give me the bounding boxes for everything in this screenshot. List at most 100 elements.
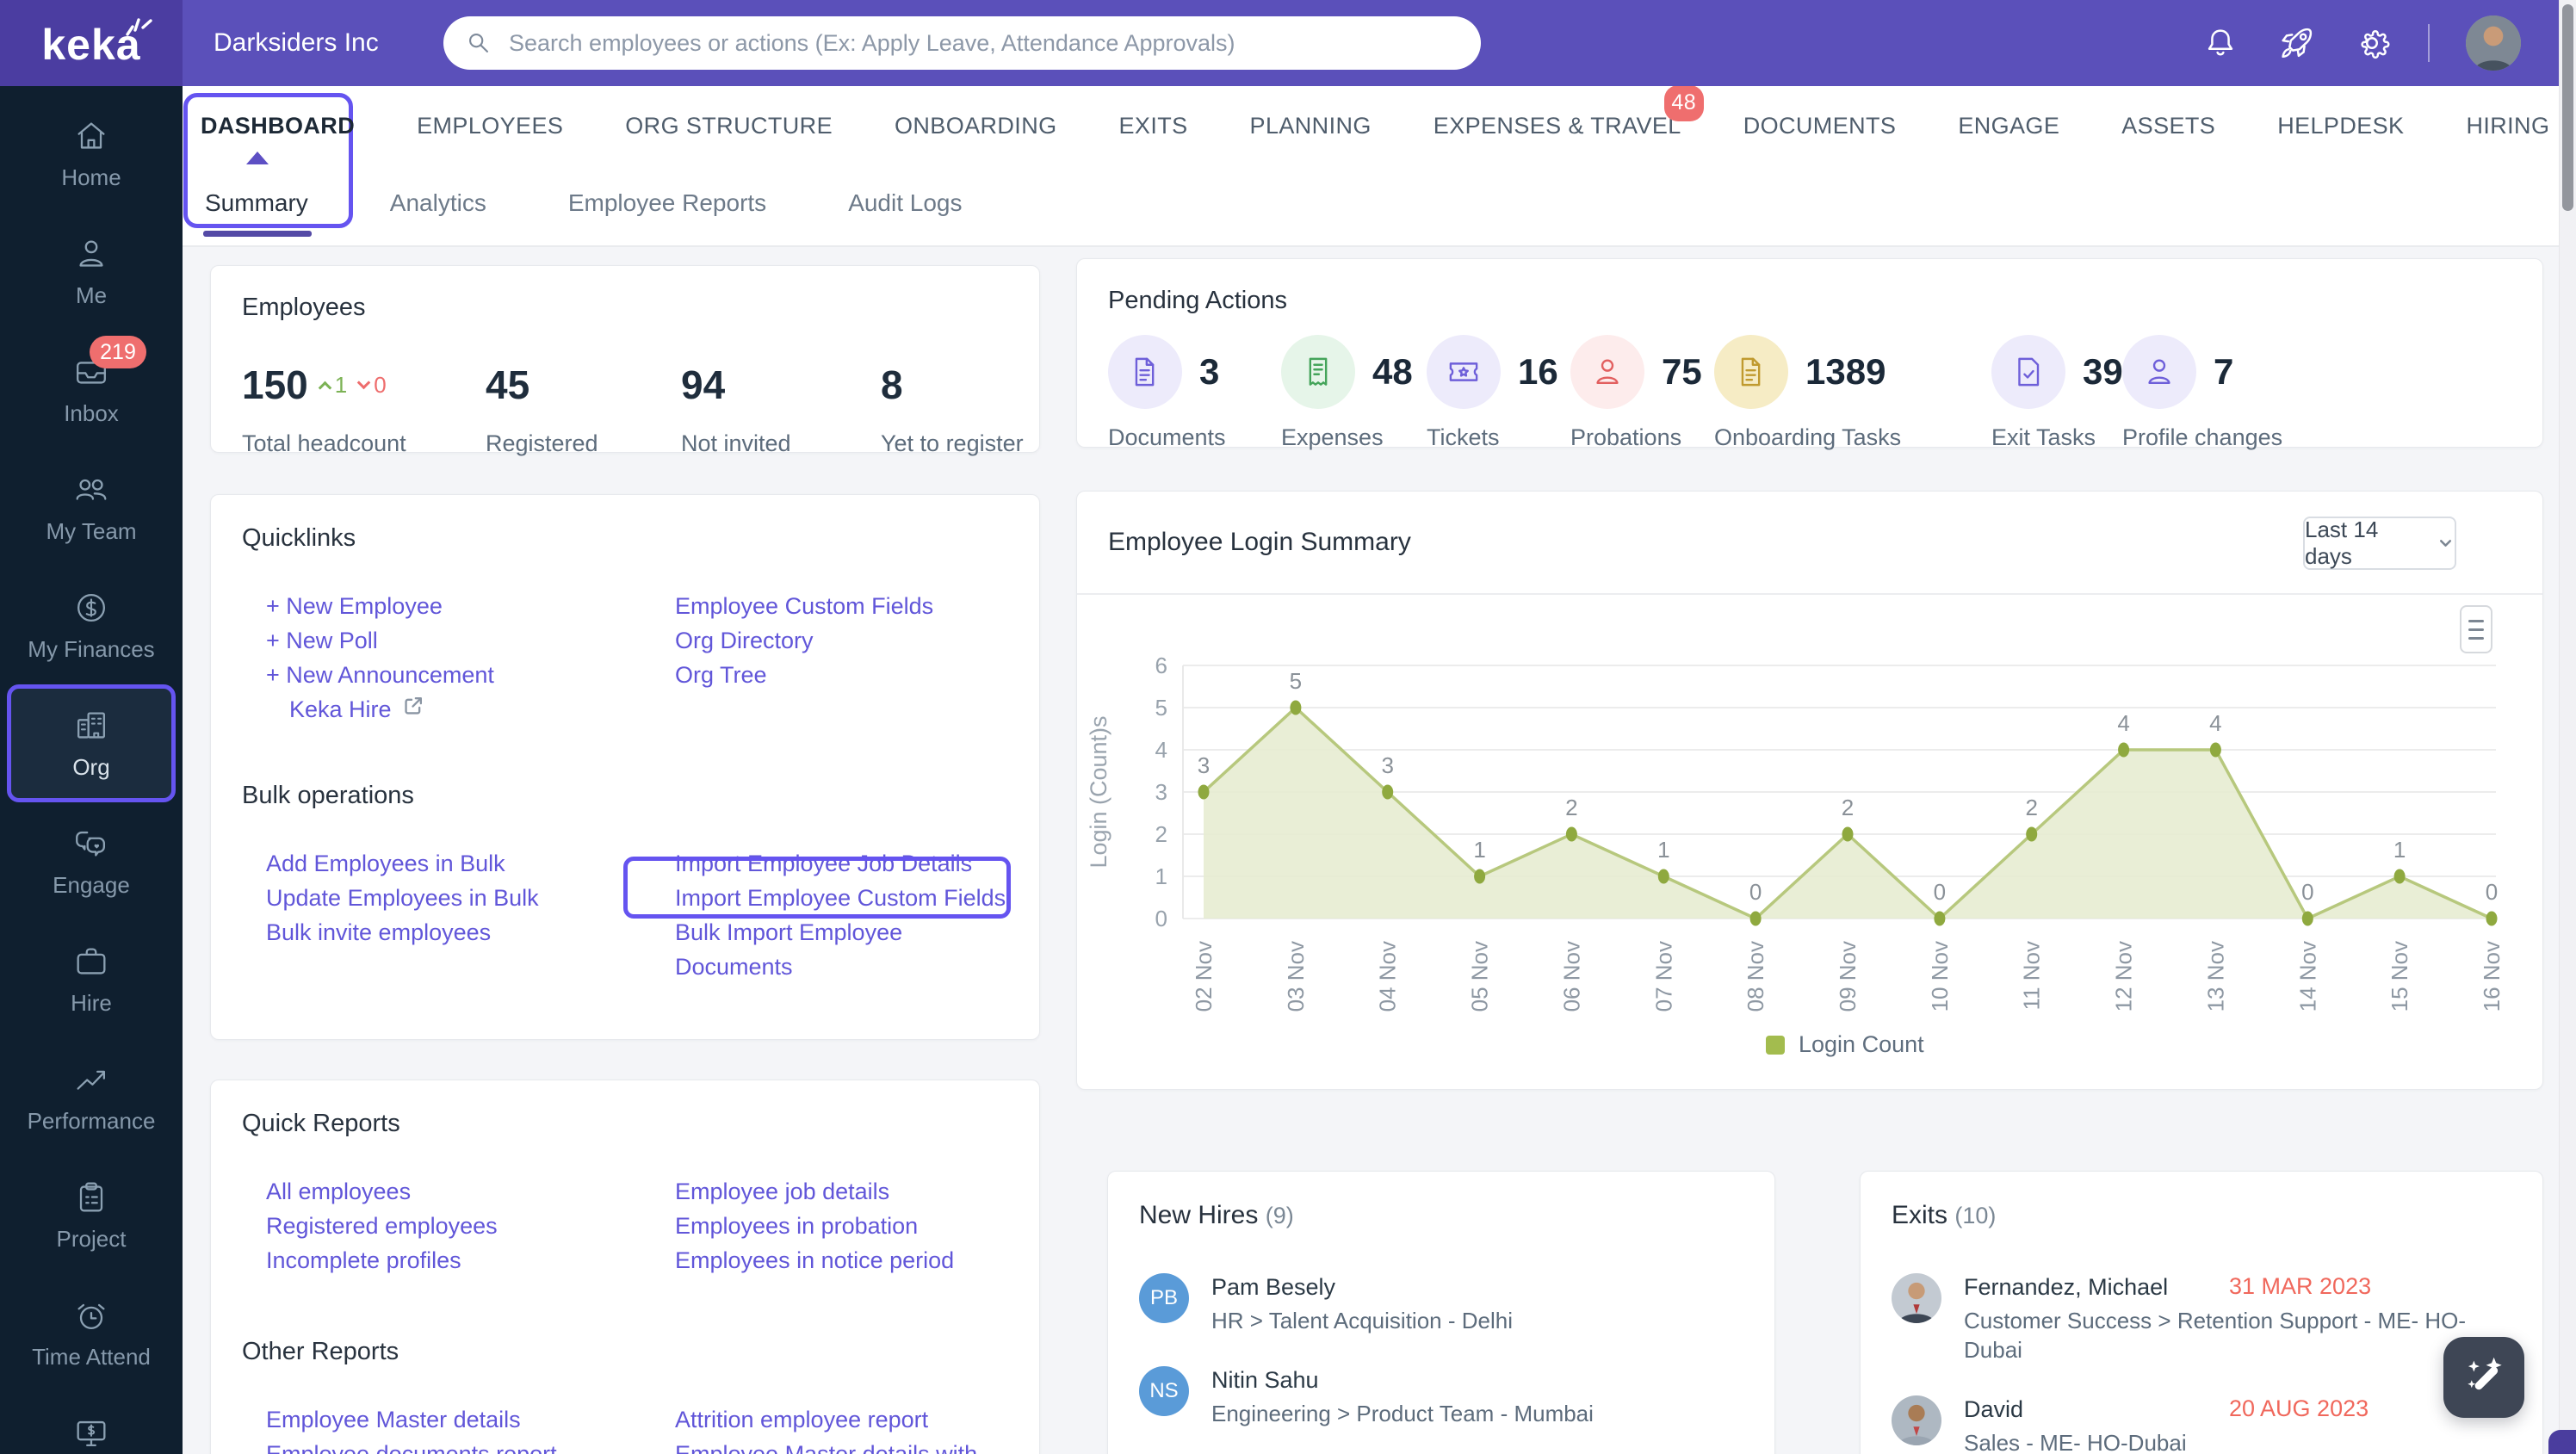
expenses-badge: 48 bbox=[1663, 84, 1704, 121]
link-incomplete-profiles[interactable]: Incomplete profiles bbox=[266, 1243, 651, 1278]
scrollbar-track[interactable] bbox=[2559, 0, 2576, 1454]
chart-context-menu-icon[interactable] bbox=[2460, 605, 2492, 653]
tab-assets[interactable]: ASSETS bbox=[2121, 113, 2215, 139]
quicklinks-title: Quicklinks bbox=[242, 524, 356, 552]
subtab-employee-reports[interactable]: Employee Reports bbox=[568, 189, 766, 217]
pending-profile-changes[interactable]: 7 Profile changes bbox=[2122, 335, 2282, 451]
sidebar-item-time-attend[interactable]: Time Attend bbox=[0, 1274, 183, 1392]
tab-org-structure[interactable]: ORG STRUCTURE bbox=[625, 113, 833, 139]
link-keka-hire[interactable]: Keka Hire bbox=[266, 692, 651, 727]
link-bulk-import-employee-documents[interactable]: Bulk Import Employee Documents bbox=[675, 915, 1021, 984]
rocket-icon[interactable] bbox=[2276, 23, 2316, 63]
link-update-employees-bulk[interactable]: Update Employees in Bulk bbox=[266, 881, 651, 915]
dashboard-active-indicator bbox=[246, 152, 269, 164]
tab-helpdesk[interactable]: HELPDESK bbox=[2277, 113, 2404, 139]
tab-exits[interactable]: EXITS bbox=[1119, 113, 1188, 139]
settings-gear-icon[interactable] bbox=[2352, 23, 2392, 63]
svg-text:2: 2 bbox=[1842, 795, 1854, 820]
tab-documents[interactable]: DOCUMENTS bbox=[1743, 113, 1897, 139]
tab-onboarding[interactable]: ONBOARDING bbox=[895, 113, 1057, 139]
subtab-summary[interactable]: Summary bbox=[203, 189, 312, 237]
link-new-poll[interactable]: + New Poll bbox=[266, 623, 651, 658]
external-link-icon bbox=[402, 692, 424, 727]
pending-expenses[interactable]: 48 Expenses bbox=[1281, 335, 1413, 451]
sidebar-item-inbox[interactable]: 219 Inbox bbox=[0, 331, 183, 449]
link-employee-master-details-with[interactable]: Employee Master details with bbox=[675, 1437, 1060, 1454]
tab-dashboard[interactable]: DASHBOARD bbox=[201, 113, 355, 139]
avatar: NS bbox=[1139, 1366, 1189, 1416]
link-org-tree[interactable]: Org Tree bbox=[675, 658, 1060, 692]
link-attrition-employee-report[interactable]: Attrition employee report bbox=[675, 1402, 1060, 1437]
svg-text:09 Nov: 09 Nov bbox=[1835, 941, 1861, 1012]
avatar bbox=[1892, 1395, 1941, 1445]
stat-total-headcount: 150 1 0 Total headcount bbox=[242, 362, 406, 456]
link-employees-in-notice-period[interactable]: Employees in notice period bbox=[675, 1243, 1060, 1278]
person-icon bbox=[71, 234, 111, 274]
svg-text:1: 1 bbox=[1657, 837, 1669, 863]
link-employees-in-probation[interactable]: Employees in probation bbox=[675, 1209, 1060, 1243]
pending-probations[interactable]: 75 Probations bbox=[1570, 335, 1702, 451]
tab-expenses-travel[interactable]: EXPENSES & TRAVEL 48 bbox=[1434, 84, 1704, 139]
notifications-bell-icon[interactable] bbox=[2201, 23, 2240, 63]
search-input[interactable] bbox=[507, 20, 1481, 66]
pending-onboarding-tasks[interactable]: 1389 Onboarding Tasks bbox=[1714, 335, 1901, 451]
sidebar-item-project[interactable]: Project bbox=[0, 1156, 183, 1274]
sidebar-item-payroll[interactable]: Payroll bbox=[0, 1392, 183, 1454]
tab-planning[interactable]: PLANNING bbox=[1250, 113, 1372, 139]
subtab-audit-logs[interactable]: Audit Logs bbox=[848, 189, 962, 217]
link-import-employee-custom-fields[interactable]: Import Employee Custom Fields bbox=[675, 881, 1021, 915]
pending-exit-tasks[interactable]: 39 Exit Tasks bbox=[1991, 335, 2123, 451]
sidebar-item-my-team[interactable]: My Team bbox=[0, 449, 183, 566]
link-import-employee-job-details[interactable]: Import Employee Job Details bbox=[675, 846, 1021, 881]
date-range-select[interactable]: Last 14 days bbox=[2303, 517, 2456, 570]
scrollbar-thumb[interactable] bbox=[2562, 4, 2573, 211]
avatar: PB bbox=[1139, 1273, 1189, 1323]
link-new-announcement[interactable]: + New Announcement bbox=[266, 658, 651, 692]
link-org-directory[interactable]: Org Directory bbox=[675, 623, 1060, 658]
global-search[interactable] bbox=[443, 16, 1481, 70]
list-item[interactable]: PB Pam Besely HR > Talent Acquisition - … bbox=[1139, 1273, 1743, 1335]
clipboard-icon bbox=[71, 1178, 111, 1217]
sidebar-item-hire[interactable]: Hire bbox=[0, 920, 183, 1038]
sidebar-item-me[interactable]: Me bbox=[0, 213, 183, 331]
person-icon bbox=[2122, 335, 2196, 409]
link-new-employee[interactable]: + New Employee bbox=[266, 589, 651, 623]
link-bulk-invite-employees[interactable]: Bulk invite employees bbox=[266, 915, 651, 950]
tab-engage[interactable]: ENGAGE bbox=[1958, 113, 2059, 139]
other-reports-title: Other Reports bbox=[242, 1338, 399, 1365]
list-item[interactable]: Fernandez, Michael 31 MAR 2023 Customer … bbox=[1892, 1273, 2511, 1364]
quick-reports-title: Quick Reports bbox=[242, 1110, 400, 1137]
pending-tickets[interactable]: 16 Tickets bbox=[1427, 335, 1558, 451]
sidebar-item-home[interactable]: Home bbox=[0, 95, 183, 213]
link-registered-employees[interactable]: Registered employees bbox=[266, 1209, 651, 1243]
link-employee-documents-report[interactable]: Employee documents report bbox=[266, 1437, 651, 1454]
inbox-badge: 219 bbox=[90, 336, 146, 368]
link-all-employees[interactable]: All employees bbox=[266, 1174, 651, 1209]
svg-text:1: 1 bbox=[1473, 837, 1485, 863]
list-item[interactable]: David 20 AUG 2023 Sales - ME- HO-Dubai bbox=[1892, 1395, 2511, 1454]
tab-hiring[interactable]: HIRING bbox=[2466, 113, 2549, 139]
pending-documents[interactable]: 3 Documents bbox=[1108, 335, 1226, 451]
corner-widget[interactable] bbox=[2548, 1430, 2576, 1454]
employees-card: Employees 150 1 0 Total headcount 45 Reg… bbox=[210, 265, 1040, 456]
keka-logo[interactable]: keka bbox=[0, 0, 183, 86]
list-item[interactable]: NS Nitin Sahu Engineering > Product Team… bbox=[1139, 1366, 1743, 1428]
magic-wand-fab[interactable] bbox=[2443, 1337, 2524, 1418]
sidebar-item-my-finances[interactable]: My Finances bbox=[0, 566, 183, 684]
sidebar-item-performance[interactable]: Performance bbox=[0, 1038, 183, 1156]
link-add-employees-bulk[interactable]: Add Employees in Bulk bbox=[266, 846, 651, 881]
sidebar-item-org[interactable]: Org bbox=[7, 684, 176, 802]
tab-employees[interactable]: EMPLOYEES bbox=[417, 113, 563, 139]
svg-text:Login (Count)s: Login (Count)s bbox=[1086, 715, 1112, 868]
user-avatar[interactable] bbox=[2466, 15, 2521, 71]
other-reports-col1: Employee Master details Employee documen… bbox=[242, 1402, 651, 1454]
exit-date: 31 MAR 2023 bbox=[2229, 1273, 2372, 1299]
link-employee-custom-fields[interactable]: Employee Custom Fields bbox=[675, 589, 1060, 623]
svg-text:2: 2 bbox=[1155, 821, 1167, 847]
subtab-analytics[interactable]: Analytics bbox=[390, 189, 486, 217]
avatar bbox=[1892, 1273, 1941, 1323]
sidebar: Home Me 219 Inbox My Team My Finances Or… bbox=[0, 86, 183, 1454]
link-employee-job-details[interactable]: Employee job details bbox=[675, 1174, 1060, 1209]
link-employee-master-details[interactable]: Employee Master details bbox=[266, 1402, 651, 1437]
sidebar-item-engage[interactable]: Engage bbox=[0, 802, 183, 920]
